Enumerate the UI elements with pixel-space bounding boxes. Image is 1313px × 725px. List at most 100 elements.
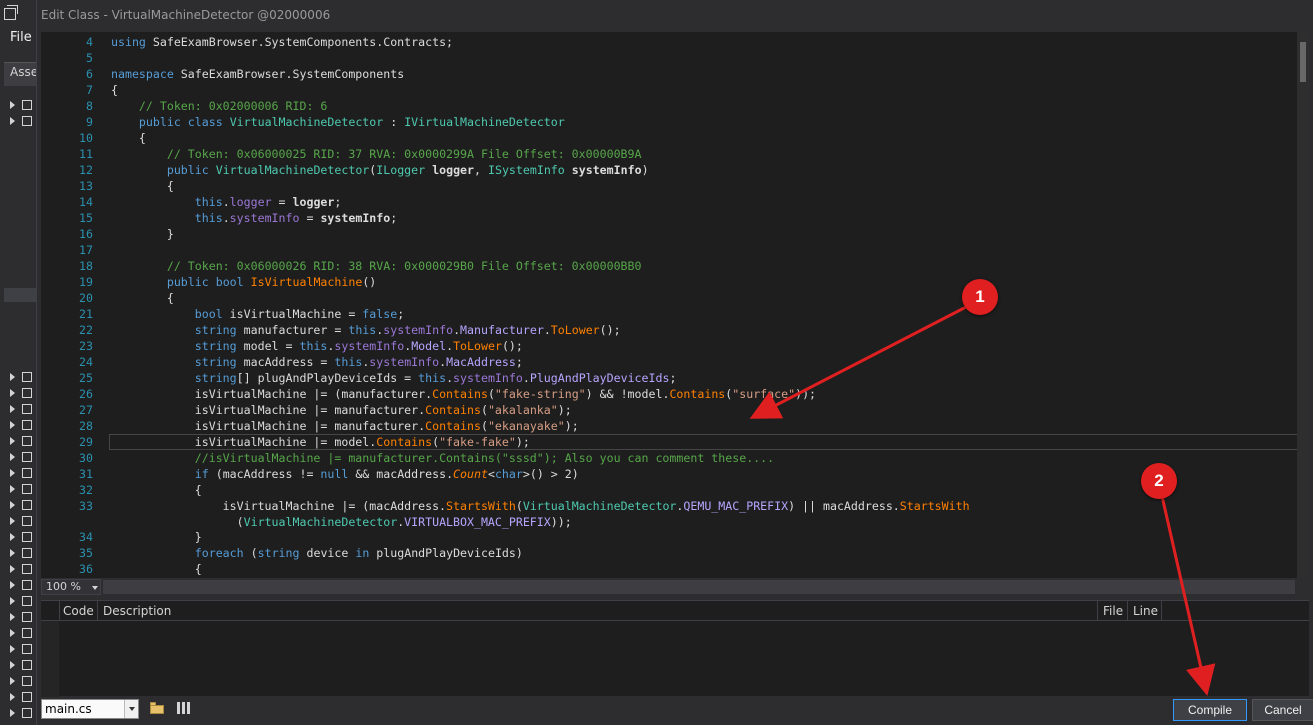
tree-node[interactable] [10,530,36,544]
code-line[interactable]: 17 [41,242,1309,258]
code-line[interactable]: 26 isVirtualMachine |= (manufacturer.Con… [41,386,1309,402]
line-code[interactable]: { [111,290,174,306]
tree-node[interactable] [10,658,36,672]
references-icon[interactable] [175,700,193,716]
code-line[interactable]: 28 isVirtualMachine |= manufacturer.Cont… [41,418,1309,434]
code-line[interactable]: 22 string manufacturer = this.systemInfo… [41,322,1309,338]
expand-icon[interactable] [10,501,15,509]
line-code[interactable]: { [111,82,118,98]
expand-icon[interactable] [10,485,15,493]
code-line[interactable]: 18 // Token: 0x06000026 RID: 38 RVA: 0x0… [41,258,1309,274]
code-line[interactable]: 13 { [41,178,1309,194]
restore-window-icon[interactable] [4,5,18,20]
expand-icon[interactable] [10,581,15,589]
line-code[interactable]: } [111,226,174,242]
line-code[interactable]: bool isVirtualMachine = false; [111,306,404,322]
code-line[interactable]: 8 // Token: 0x02000006 RID: 6 [41,98,1309,114]
code-line[interactable]: 32 { [41,482,1309,498]
horizontal-scrollbar[interactable] [103,580,1295,594]
code-line[interactable]: 27 isVirtualMachine |= manufacturer.Cont… [41,402,1309,418]
line-code[interactable]: public VirtualMachineDetector(ILogger lo… [111,162,649,178]
expand-icon[interactable] [10,661,15,669]
line-code[interactable]: string model = this.systemInfo.Model.ToL… [111,338,523,354]
tree-node[interactable] [10,690,36,704]
code-line[interactable]: 12 public VirtualMachineDetector(ILogger… [41,162,1309,178]
code-line[interactable]: 33 isVirtualMachine |= (macAddress.Start… [41,498,1309,529]
tree-node[interactable] [10,434,36,448]
expand-icon[interactable] [10,629,15,637]
tree-node[interactable] [10,706,36,720]
line-code[interactable]: using SafeExamBrowser.SystemComponents.C… [111,34,453,50]
menu-file[interactable]: File [10,30,32,45]
tree-node[interactable] [10,98,36,112]
expand-icon[interactable] [10,709,15,717]
cancel-button[interactable]: Cancel [1252,699,1313,721]
line-code[interactable]: isVirtualMachine |= model.Contains("fake… [111,434,530,450]
open-folder-icon[interactable] [149,700,167,716]
tree-node[interactable] [10,546,36,560]
expand-icon[interactable] [10,597,15,605]
code-line[interactable]: 31 if (macAddress != null && macAddress.… [41,466,1309,482]
line-code[interactable]: this.logger = logger; [111,194,342,210]
tree-node[interactable] [10,514,36,528]
expand-icon[interactable] [10,533,15,541]
code-line[interactable]: 19 public bool IsVirtualMachine() [41,274,1309,290]
tree-node[interactable] [10,466,36,480]
expand-icon[interactable] [10,469,15,477]
scroll-thumb[interactable] [1300,42,1306,82]
expand-icon[interactable] [10,677,15,685]
code-line[interactable]: 5 [41,50,1309,66]
code-line[interactable]: 29 isVirtualMachine |= model.Contains("f… [41,434,1309,450]
tree-node[interactable] [10,610,36,624]
expand-icon[interactable] [10,645,15,653]
line-code[interactable]: public bool IsVirtualMachine() [111,274,376,290]
tree-node[interactable] [10,594,36,608]
column-code[interactable]: Code [63,604,94,618]
expand-icon[interactable] [10,437,15,445]
expand-icon[interactable] [10,693,15,701]
code-line[interactable]: 20 { [41,290,1309,306]
code-line[interactable]: 7{ [41,82,1309,98]
tree-node[interactable] [10,482,36,496]
zoom-select[interactable]: 100 % [41,579,101,595]
code-line[interactable]: 35 foreach (string device in plugAndPlay… [41,545,1309,561]
code-line[interactable]: 14 this.logger = logger; [41,194,1309,210]
code-editor[interactable]: 4 using SafeExamBrowser.SystemComponents.… [41,32,1309,578]
line-code[interactable]: // Token: 0x06000026 RID: 38 RVA: 0x0000… [111,258,642,274]
expand-icon[interactable] [10,101,15,109]
line-code[interactable]: public class VirtualMachineDetector : IV… [111,114,565,130]
code-line[interactable]: 16 } [41,226,1309,242]
line-code[interactable]: string macAddress = this.systemInfo.MacA… [111,354,523,370]
expand-icon[interactable] [10,421,15,429]
column-file[interactable]: File [1103,604,1123,618]
tree-node[interactable] [10,450,36,464]
assembly-explorer-tab[interactable]: Asse [4,62,36,86]
line-code[interactable]: isVirtualMachine |= manufacturer.Contain… [111,402,572,418]
line-code[interactable]: if (macAddress != null && macAddress.Cou… [111,466,579,482]
line-code[interactable]: foreach (string device in plugAndPlayDev… [111,545,523,561]
code-line[interactable]: 36 { [41,561,1309,577]
expand-icon[interactable] [10,405,15,413]
tree-node[interactable] [10,626,36,640]
code-line[interactable]: 15 this.systemInfo = systemInfo; [41,210,1309,226]
compile-button[interactable]: Compile [1173,699,1247,721]
line-code[interactable]: string manufacturer = this.systemInfo.Ma… [111,322,621,338]
expand-icon[interactable] [10,117,15,125]
file-select[interactable]: main.cs [41,699,139,719]
line-code[interactable]: isVirtualMachine |= (manufacturer.Contai… [111,386,816,402]
expand-icon[interactable] [10,373,15,381]
tree-node[interactable] [10,114,36,128]
column-line[interactable]: Line [1133,604,1158,618]
line-code[interactable]: { [111,130,146,146]
expand-icon[interactable] [10,565,15,573]
code-line[interactable]: 30 //isVirtualMachine |= manufacturer.Co… [41,450,1309,466]
code-lines[interactable]: 4 using SafeExamBrowser.SystemComponents.… [41,34,1309,578]
code-line[interactable]: 11 // Token: 0x06000025 RID: 37 RVA: 0x0… [41,146,1309,162]
code-line[interactable]: 10 { [41,130,1309,146]
tree-node[interactable] [10,642,36,656]
expand-icon[interactable] [10,453,15,461]
code-line[interactable]: 6 namespace SafeExamBrowser.SystemCompone… [41,66,1309,82]
vertical-scrollbar[interactable] [1297,32,1309,578]
line-code[interactable]: { [111,178,174,194]
line-code[interactable]: isVirtualMachine |= manufacturer.Contain… [111,418,579,434]
